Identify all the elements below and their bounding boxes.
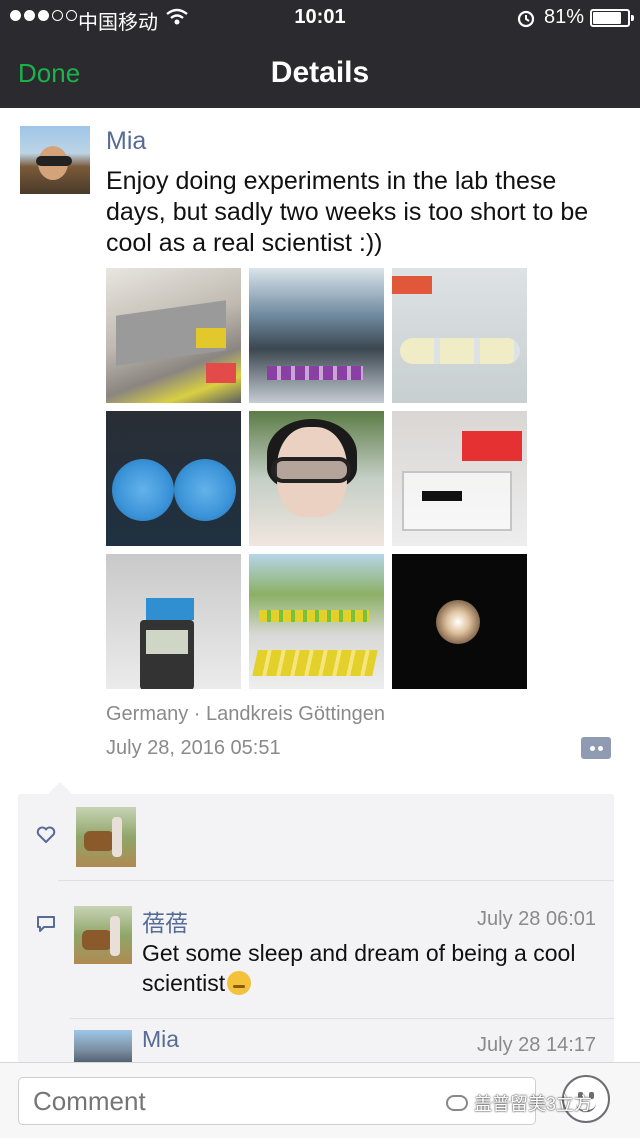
post-text: Enjoy doing experiments in the lab these… — [106, 167, 589, 257]
photo-grid — [106, 268, 527, 691]
more-icon[interactable] — [581, 737, 611, 759]
alarm-icon — [516, 8, 536, 34]
post-timestamp: July 28, 2016 05:51 — [106, 737, 281, 759]
photo-calculator[interactable] — [106, 554, 241, 689]
photo-lab-pipettes[interactable] — [106, 268, 241, 403]
liker-avatar[interactable] — [76, 807, 136, 867]
likes-comments-panel: 蓓蓓 July 28 06:01 Get some sleep and drea… — [18, 782, 614, 1064]
reply-author-avatar[interactable] — [74, 1030, 132, 1064]
post-location[interactable]: Germany · Landkreis Göttingen — [106, 703, 385, 726]
battery-icon — [590, 9, 634, 27]
reply-author-name[interactable]: Mia — [142, 1026, 179, 1053]
commenter-name[interactable]: 蓓蓓 — [142, 904, 188, 938]
photo-color-plates[interactable] — [249, 554, 384, 689]
comment-time: July 28 06:01 — [477, 908, 596, 930]
photo-gel-box[interactable] — [392, 411, 527, 546]
divider — [58, 880, 614, 881]
photo-glowing-plates[interactable] — [106, 411, 241, 546]
divider — [70, 1018, 614, 1019]
heart-icon — [36, 826, 56, 849]
reply-time: July 28 14:17 — [477, 1034, 596, 1056]
photo-test-tube-rack[interactable] — [249, 268, 384, 403]
page-title: Details — [270, 56, 370, 89]
author-avatar[interactable] — [20, 126, 90, 194]
status-bar: 中国移动 10:01 81% — [0, 0, 640, 36]
battery-percent: 81% — [544, 6, 585, 28]
photo-selfie-goggles[interactable] — [249, 411, 384, 546]
watermark: 盖普留美3立方 — [446, 1090, 592, 1116]
photo-petri-dishes-bench[interactable] — [392, 268, 527, 403]
wechat-logo-icon — [446, 1095, 468, 1111]
comment-text[interactable]: Get some sleep and dream of being a cool… — [142, 938, 582, 998]
thinking-emoji-icon — [227, 971, 252, 995]
commenter-avatar[interactable] — [74, 906, 132, 964]
author-name[interactable]: Mia — [106, 127, 146, 156]
watermark-text: 盖普留美3立方 — [474, 1094, 593, 1114]
top-bar: 中国移动 10:01 81% Done Details — [0, 0, 640, 108]
comment-icon — [36, 914, 56, 939]
photo-microscope-view[interactable] — [392, 554, 527, 689]
comment-text-body: Get some sleep and dream of being a cool… — [142, 940, 576, 996]
